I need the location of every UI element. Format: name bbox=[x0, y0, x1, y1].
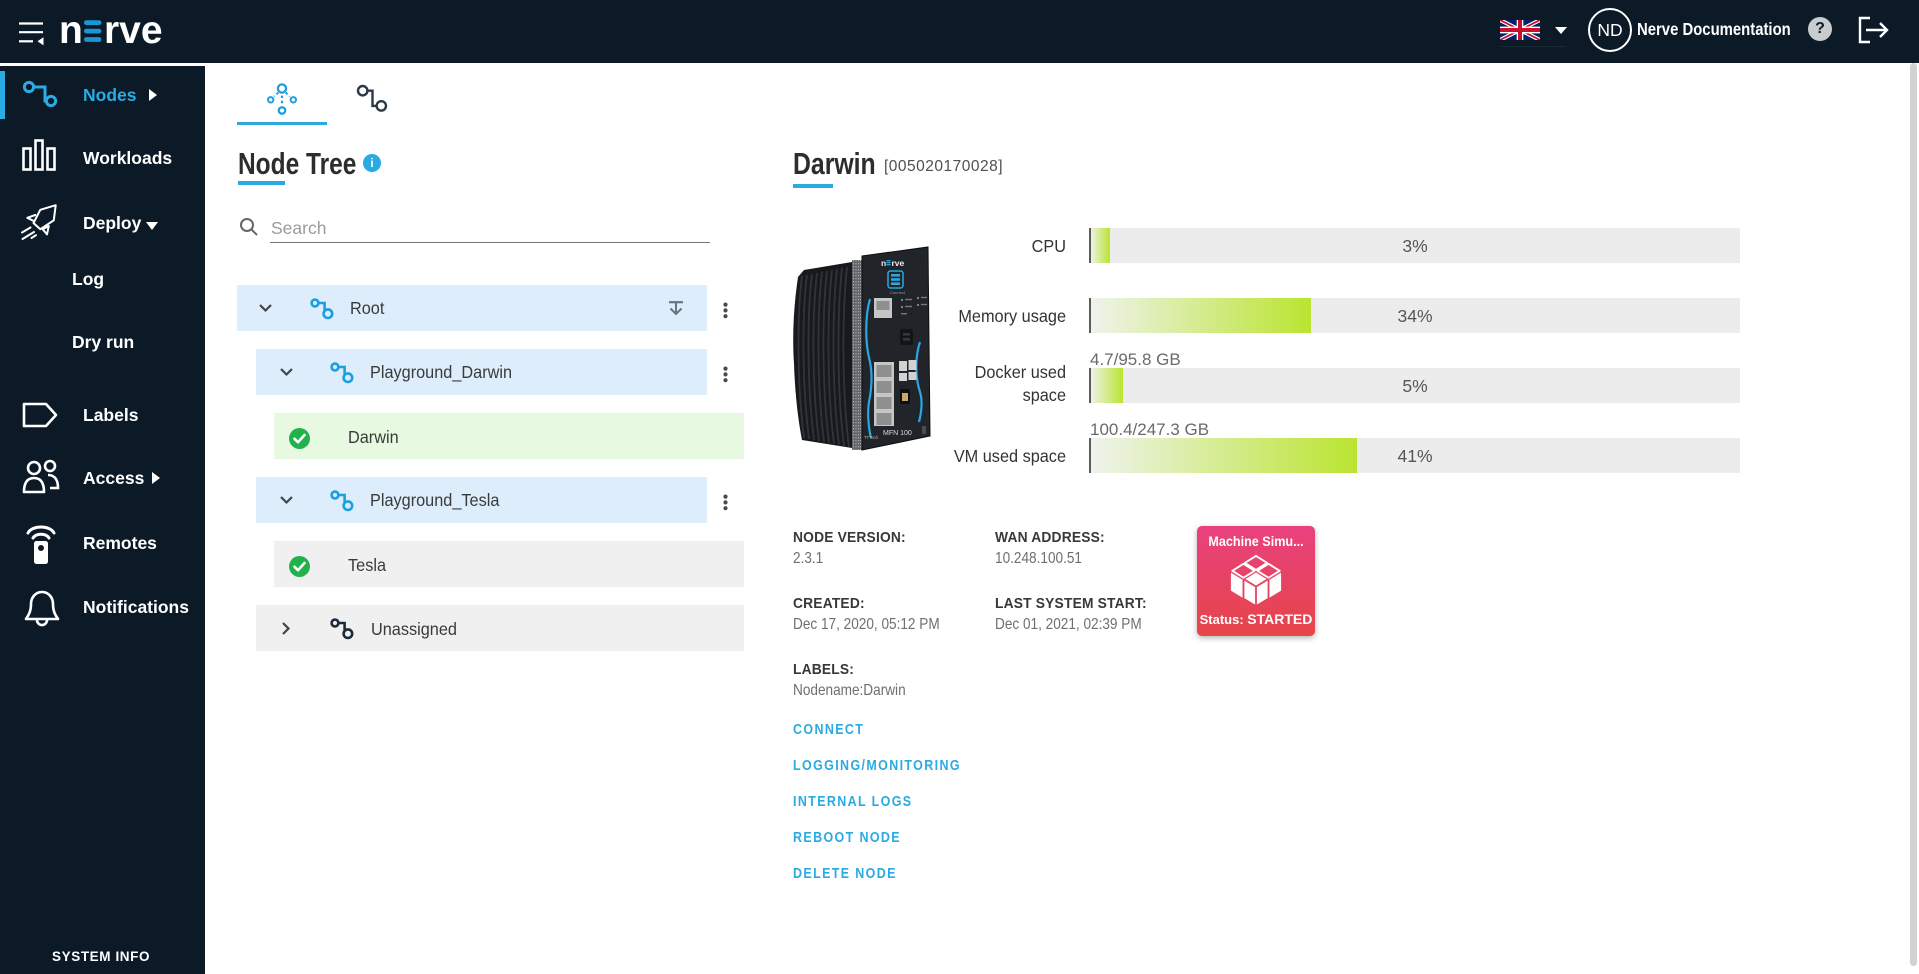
svg-text:rve: rve bbox=[892, 258, 905, 268]
svg-text:n: n bbox=[61, 12, 83, 52]
svg-text:Connect: Connect bbox=[890, 290, 906, 295]
svg-text:TTTech: TTTech bbox=[864, 435, 879, 440]
svg-text:rve: rve bbox=[104, 12, 163, 52]
svg-text:n: n bbox=[881, 258, 886, 268]
svg-text:MFN 100: MFN 100 bbox=[883, 430, 912, 437]
